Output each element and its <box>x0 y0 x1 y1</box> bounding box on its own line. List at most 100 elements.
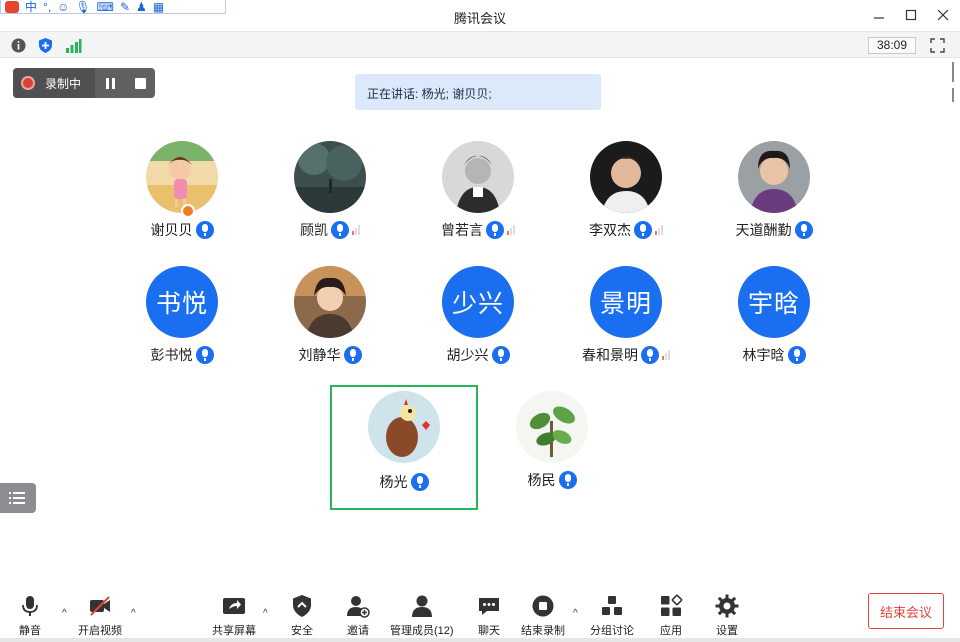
recording-bar: 录制中 <box>13 68 155 98</box>
participant-name: 李双杰 <box>589 222 631 238</box>
video-options-chevron-up-icon[interactable]: ^ <box>131 608 141 619</box>
participant-name: 顾凯 <box>300 222 328 238</box>
maximize-icon[interactable] <box>902 6 920 24</box>
participant-tile[interactable]: 宇晗 林宇晗 <box>700 254 848 378</box>
participant-name: 林宇晗 <box>742 347 785 363</box>
mic-icon <box>641 346 659 364</box>
participant-tile[interactable]: 谢贝贝 <box>108 129 256 253</box>
participant-tile[interactable]: 书悦 彭书悦 <box>108 254 256 378</box>
fullscreen-icon[interactable] <box>929 37 946 54</box>
chat-button[interactable]: 聊天 <box>477 594 501 640</box>
signal-strength-icon <box>507 225 515 235</box>
end-recording-label: 结束录制 <box>521 625 565 637</box>
apps-button[interactable]: 应用 <box>659 594 683 640</box>
participant-name-row: 春和景明 <box>552 344 700 366</box>
text-avatar: 书悦 <box>146 266 218 338</box>
share-screen-icon <box>222 594 246 618</box>
share-options-chevron-up-icon[interactable]: ^ <box>263 608 273 619</box>
pause-recording-button[interactable] <box>95 68 125 98</box>
participant-name: 杨光 <box>379 474 408 490</box>
participant-name: 刘静华 <box>298 347 341 363</box>
apps-label: 应用 <box>660 625 682 637</box>
active-speaker-banner: 正在讲话: 杨光; 谢贝贝; <box>355 74 601 110</box>
avatar <box>516 391 588 463</box>
title-bar: 腾讯会议 <box>0 0 960 30</box>
recording-status: 录制中 <box>13 68 95 98</box>
stop-recording-button[interactable] <box>125 68 155 98</box>
mic-icon <box>331 221 349 239</box>
mic-icon <box>195 346 214 364</box>
invite-label: 邀请 <box>347 625 369 637</box>
participant-name-row: 彭书悦 <box>108 344 256 366</box>
mic-icon <box>491 346 510 364</box>
participant-tile[interactable]: 刘静华 <box>256 254 404 378</box>
start-video-label: 开启视频 <box>78 625 122 637</box>
minimize-icon[interactable] <box>870 6 888 24</box>
mic-icon <box>195 221 214 239</box>
record-options-chevron-up-icon[interactable]: ^ <box>573 608 583 619</box>
end-recording-button[interactable]: 结束录制 <box>521 594 565 640</box>
mic-icon <box>343 346 362 364</box>
scroll-indicator <box>952 88 954 102</box>
window-controls <box>870 6 952 24</box>
camera-off-icon <box>88 594 112 618</box>
participant-name-row: 胡少兴 <box>404 344 552 366</box>
window-title: 腾讯会议 <box>453 11 506 26</box>
mic-icon <box>787 346 806 364</box>
avatar <box>442 141 514 213</box>
network-signal-icon[interactable] <box>65 37 82 54</box>
security-shield-icon[interactable] <box>37 37 54 54</box>
breakout-rooms-button[interactable]: 分组讨论 <box>590 594 634 640</box>
share-screen-button[interactable]: 共享屏幕 <box>212 594 256 640</box>
participant-name: 杨民 <box>527 472 556 488</box>
settings-label: 设置 <box>716 625 738 637</box>
participant-list-toggle-button[interactable] <box>0 483 36 513</box>
manage-members-button[interactable]: 管理成员(12) <box>390 594 454 640</box>
participant-tile[interactable]: 曾若言 <box>404 129 552 253</box>
participant-name: 天道酬勤 <box>735 222 792 238</box>
stop-record-icon <box>531 594 555 618</box>
mute-button[interactable]: 静音 <box>18 594 42 640</box>
settings-button[interactable]: 设置 <box>715 594 739 640</box>
participant-name: 谢贝贝 <box>150 222 193 238</box>
close-icon[interactable] <box>934 6 952 24</box>
avatar <box>738 141 810 213</box>
mic-icon <box>634 221 652 239</box>
scroll-indicator <box>952 62 954 82</box>
microphone-icon <box>18 594 42 618</box>
text-avatar: 宇晗 <box>738 266 810 338</box>
end-meeting-button[interactable]: 结束会议 <box>868 593 944 629</box>
share-screen-label: 共享屏幕 <box>212 625 256 637</box>
stop-icon <box>134 77 146 89</box>
audio-options-chevron-up-icon[interactable]: ^ <box>62 608 72 619</box>
security-button[interactable]: 安全 <box>290 594 314 640</box>
participant-tile[interactable]: 少兴 胡少兴 <box>404 254 552 378</box>
active-speaker-tile[interactable]: 杨光 <box>330 385 478 510</box>
start-video-button[interactable]: 开启视频 <box>78 594 122 640</box>
participant-tile[interactable]: 杨民 <box>478 379 626 503</box>
gear-icon <box>715 594 739 618</box>
avatar <box>590 141 662 213</box>
status-strip: 38:09 <box>0 31 960 58</box>
participant-tile[interactable]: 天道酬勤 <box>700 129 848 253</box>
participant-name-row: 刘静华 <box>256 344 404 366</box>
chat-bubble-icon <box>477 594 501 618</box>
participant-name-row: 顾凯 <box>256 219 404 241</box>
mic-icon <box>794 221 813 239</box>
chat-label: 聊天 <box>478 625 500 637</box>
info-icon[interactable] <box>10 37 27 54</box>
pause-icon <box>105 77 115 89</box>
avatar <box>294 141 366 213</box>
host-icon <box>181 204 195 218</box>
participant-tile[interactable]: 李双杰 <box>552 129 700 253</box>
avatar <box>294 266 366 338</box>
participant-name: 曾若言 <box>441 222 483 238</box>
participant-tile[interactable]: 景明 春和景明 <box>552 254 700 378</box>
participant-name: 彭书悦 <box>150 347 193 363</box>
text-avatar: 景明 <box>590 266 662 338</box>
invite-button[interactable]: 邀请 <box>346 594 370 640</box>
window-bottom-edge <box>0 638 960 642</box>
participant-tile[interactable]: 顾凯 <box>256 129 404 253</box>
signal-strength-icon <box>352 225 360 235</box>
security-label: 安全 <box>291 625 313 637</box>
